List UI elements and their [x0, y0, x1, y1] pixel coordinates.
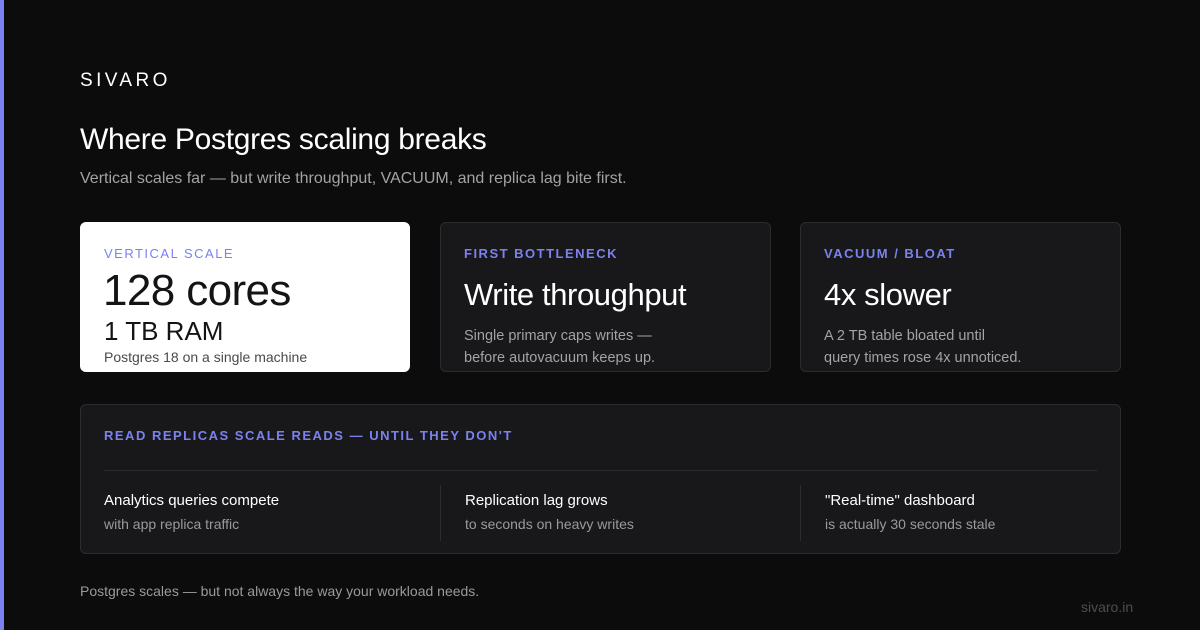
replica-issue-title: "Real-time" dashboard: [825, 492, 975, 509]
card-vertical-scale: VERTICAL SCALE 128 cores 1 TB RAM Postgr…: [80, 222, 410, 372]
card-secondary-value: 1 TB RAM: [104, 316, 224, 346]
card-vacuum-bloat: VACUUM / BLOAT 4x slower A 2 TB table bl…: [800, 222, 1121, 372]
replica-issue-detail: to seconds on heavy writes: [465, 516, 634, 532]
replica-issue-detail: is actually 30 seconds stale: [825, 516, 996, 532]
card-description: Single primary caps writes — before auto…: [464, 325, 744, 369]
page-title: Where Postgres scaling breaks: [80, 123, 487, 156]
card-primary-value: 128 cores: [103, 266, 291, 315]
card-description: A 2 TB table bloated until query times r…: [824, 325, 1104, 369]
replica-issue-title: Analytics queries compete: [104, 492, 280, 509]
page-subtitle: Vertical scales far — but write throughp…: [80, 170, 627, 187]
card-description-line: before autovacuum keeps up.: [464, 350, 656, 366]
replica-issue-item: Analytics queries compete with app repli…: [104, 485, 440, 541]
card-heading: Write throughput: [464, 277, 687, 312]
card-first-bottleneck: FIRST BOTTLENECK Write throughput Single…: [440, 222, 771, 372]
card-heading: 4x slower: [824, 277, 952, 312]
panel-eyebrow: READ REPLICAS SCALE READS — UNTIL THEY D…: [104, 428, 513, 443]
card-caption: Postgres 18 on a single machine: [104, 349, 308, 365]
read-replicas-panel: READ REPLICAS SCALE READS — UNTIL THEY D…: [80, 404, 1121, 554]
accent-bar: [0, 0, 4, 630]
footer-note: Postgres scales — but not always the way…: [80, 583, 480, 599]
card-eyebrow: FIRST BOTTLENECK: [464, 246, 618, 261]
replica-issue-item: Replication lag grows to seconds on heav…: [440, 485, 800, 541]
panel-divider: [104, 470, 1097, 471]
replica-issue-detail: with app replica traffic: [104, 516, 240, 532]
card-description-line: Single primary caps writes —: [464, 328, 652, 344]
card-eyebrow: VACUUM / BLOAT: [824, 246, 956, 261]
card-description-line: query times rose 4x unnoticed.: [824, 350, 1022, 366]
brand-logo: SIVARO: [80, 70, 171, 91]
card-eyebrow: VERTICAL SCALE: [104, 246, 235, 261]
replica-issue-item: "Real-time" dashboard is actually 30 sec…: [800, 485, 1100, 541]
footer-url: sivaro.in: [1081, 599, 1134, 615]
replica-issue-title: Replication lag grows: [465, 492, 608, 509]
card-description-line: A 2 TB table bloated until: [824, 328, 985, 344]
